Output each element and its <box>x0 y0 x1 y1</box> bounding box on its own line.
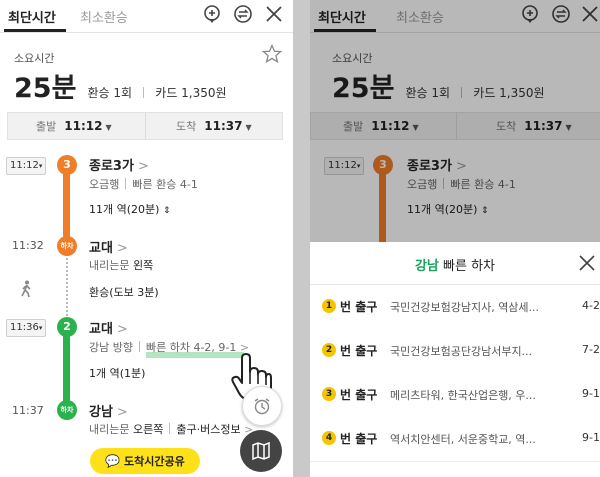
route-panel-left: 최단시간 최소환승 소요시간 25분 환승 1회 카드 1,350원 출발 11:… <box>0 0 293 477</box>
divider <box>145 113 146 139</box>
swap-icon[interactable] <box>233 4 253 24</box>
exit-platform-door: 4-2 <box>582 299 600 312</box>
walk-segment <box>66 254 68 316</box>
route-panel-right: 최단시간 최소환승 소요시간 25분 환승 1회 카드 1,350원 출발 11:… <box>310 0 600 477</box>
door-side: 내리는문 오른쪽 출구·버스정보 > <box>89 423 254 436</box>
line3-badge: 3 <box>57 155 77 175</box>
caret-down-icon: ▼ <box>105 123 112 132</box>
map-icon <box>252 441 270 461</box>
fare: 카드 1,350원 <box>155 86 227 100</box>
sheet-title: 강남 빠른 하차 <box>414 259 496 274</box>
divider <box>143 87 145 98</box>
alarm-clock-icon <box>254 398 270 415</box>
active-tab-indicator <box>4 29 66 32</box>
exit-row[interactable]: 4 번 출구 역서치안센터, 서운중학교, 역... 9-1 <box>310 417 600 462</box>
star-icon[interactable] <box>262 44 282 64</box>
exit-number-badge: 3 <box>322 387 336 401</box>
exit-label: 번 출구 <box>340 300 378 314</box>
exit-platform-door: 7-2 <box>582 343 600 356</box>
depart-time-box[interactable]: 11:12▾ <box>6 157 47 175</box>
arrive-time-dropdown[interactable]: 도착 11:37 ▼ <box>176 113 252 139</box>
depart-label: 출발 <box>36 120 57 133</box>
close-icon[interactable] <box>578 254 596 272</box>
tab-min-transfer[interactable]: 최소환승 <box>80 7 128 26</box>
exit-row[interactable]: 3 번 출구 메리츠타워, 한국산업은행, 우... 9-1 <box>310 373 600 418</box>
arrive-label: 도착 <box>176 120 197 133</box>
depart-time: 11:12 <box>64 119 103 133</box>
train-direction: 오금행 빠른 환승 4-1 <box>89 178 198 191</box>
station-name[interactable]: 교대 > <box>89 318 128 337</box>
line2-segment <box>63 326 70 410</box>
exit-bus-info-link[interactable]: 출구·버스정보 <box>176 423 240 436</box>
depart-time-dropdown[interactable]: 출발 11:12 ▼ <box>36 113 112 139</box>
door-side: 내리는문 왼쪽 <box>89 259 154 272</box>
station-name[interactable]: 강남 > <box>89 401 128 420</box>
share-arrival-button[interactable]: 💬 도착시간공유 <box>90 448 200 474</box>
transfer-time-box[interactable]: 11:36▾ <box>6 319 47 337</box>
time-label: 11:37 <box>12 404 44 417</box>
exit-number-badge: 4 <box>322 431 336 445</box>
tab-fastest[interactable]: 최단시간 <box>8 7 56 26</box>
time-label: 11:32 <box>12 239 44 252</box>
station-name[interactable]: 종로3가 > <box>89 155 149 174</box>
station-count[interactable]: 11개 역(20분) ⇕ <box>89 201 170 217</box>
alarm-button[interactable] <box>242 386 282 426</box>
caret-down-icon: ▼ <box>245 123 252 132</box>
tab-bar: 최단시간 최소환승 <box>0 0 293 33</box>
dim-overlay[interactable] <box>310 0 600 242</box>
total-duration: 25분 <box>14 73 77 104</box>
exit-description: 메리츠타워, 한국산업은행, 우... <box>390 389 536 402</box>
route-summary: 25분 환승 1회 카드 1,350원 <box>14 66 227 105</box>
exit-description: 역서치안센터, 서운중학교, 역... <box>390 433 536 446</box>
exit-label: 번 출구 <box>340 432 378 446</box>
exit-row[interactable]: 1 번 출구 국민건강보험강남지사, 역삼세... 4-2 <box>310 285 600 330</box>
alight-badge: 하차 <box>57 236 77 256</box>
exit-number-badge: 1 <box>322 299 336 313</box>
line2-badge: 2 <box>57 317 77 337</box>
alight-badge: 하차 <box>57 400 77 420</box>
exit-row[interactable]: 2 번 출구 국민건강보험공단강남서부지... 7-2 <box>310 329 600 374</box>
line3-segment <box>63 164 70 244</box>
arrive-time: 11:37 <box>204 119 243 133</box>
close-icon[interactable] <box>264 4 284 24</box>
exit-platform-door: 9-1 <box>582 431 600 444</box>
time-selector: 출발 11:12 ▼ 도착 11:37 ▼ <box>7 112 283 140</box>
exit-platform-door: 9-1 <box>582 387 600 400</box>
map-button[interactable] <box>240 430 282 472</box>
station-name[interactable]: 교대 > <box>89 237 128 256</box>
walk-icon <box>21 280 31 298</box>
duration-label: 소요시간 <box>14 52 55 65</box>
location-pin-icon[interactable] <box>202 4 222 24</box>
quick-exit-sheet-header: 강남 빠른 하차 <box>310 242 600 285</box>
station-count: 1개 역(1분) <box>89 367 146 380</box>
transfer-walk: 환승(도보 3분) <box>89 286 159 299</box>
transfer-count: 환승 1회 <box>87 86 133 100</box>
exit-number-badge: 2 <box>322 343 336 357</box>
exit-label: 번 출구 <box>340 388 378 402</box>
exit-label: 번 출구 <box>340 344 378 358</box>
exit-description: 국민건강보험강남지사, 역삼세... <box>390 301 540 314</box>
exit-description: 국민건강보험공단강남서부지... <box>390 345 533 358</box>
chat-bubble-icon: 💬 <box>105 454 121 468</box>
